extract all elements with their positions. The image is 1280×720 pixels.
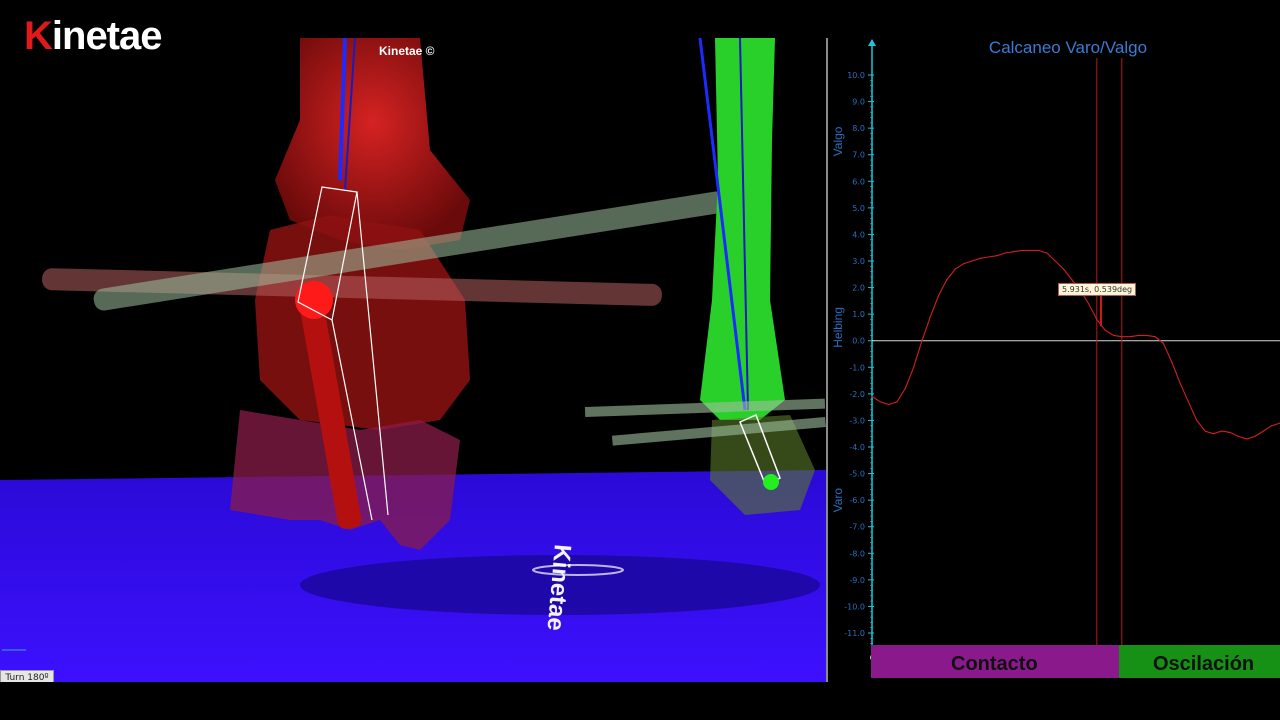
series-point [1062,268,1065,270]
series-point [1254,435,1256,437]
right-marker-ball [763,474,779,490]
series-point [1129,336,1131,338]
series-point [1171,361,1173,363]
kinetae-logo: Kinetae [24,14,162,58]
varo-axis-label: Varo [831,488,845,513]
series-point [1112,334,1115,336]
series-point [996,255,998,257]
y-tick-label: 6.0 [852,177,865,186]
series-point [946,279,948,281]
series-point [1054,260,1056,262]
contact-phase-label: Contacto [951,653,1038,675]
turn-180-button[interactable]: Turn 180º [0,670,54,682]
left-tibia [275,38,470,250]
series-point [1229,431,1231,433]
right-tibia [700,38,785,420]
series-point [871,395,873,398]
series-point [979,257,981,259]
series-point [1196,419,1198,422]
y-tick-label: 0.0 [852,337,865,346]
series-point [1146,334,1148,336]
series-point [929,316,931,318]
series-point [1137,334,1140,336]
y-tick-label: 5.0 [852,204,865,213]
series-point [1121,336,1123,338]
series-point [879,401,881,403]
series-line [871,249,1280,440]
y-tick-label: 9.0 [852,98,865,107]
y-tick-label: 10.0 [847,71,865,80]
series-point [954,268,956,270]
series-point [896,401,898,403]
series-point [1087,302,1090,305]
y-tick-label: 8.0 [852,124,865,133]
chart-panel[interactable]: 10.0 9.0 8.0 7.0 6.0 5.0 4.0 3.0 2.0 1.0 0.0 -1.0 -2… [828,38,1280,682]
series-point [1246,438,1248,440]
series-point [1204,430,1206,432]
series-point [1096,318,1098,321]
y-tick-label: 2.0 [852,284,865,293]
y-tick-label: -5.0 [849,470,865,479]
foot-model-scene[interactable]: Kinetae [0,0,826,682]
series-point [1104,329,1106,331]
y-tick-label: -6.0 [849,496,865,505]
series-point [1179,382,1181,384]
swing-phase-label: Oscilación [1153,653,1255,675]
angle-chart[interactable]: 10.0 9.0 8.0 7.0 6.0 5.0 4.0 3.0 2.0 1.0 0.0 -1.0 -2… [828,38,1280,682]
valgo-axis-label: Valgo [831,126,845,156]
series-point [1037,249,1040,251]
y-tick-label: 3.0 [852,257,865,266]
y-tick-label: -9.0 [849,576,865,585]
3d-viewport[interactable]: Kinetae Kinetae Kinetae © Turn 180º [0,0,826,682]
series-point [1154,336,1156,338]
y-tick-label: -11.0 [844,629,865,638]
series-point [1162,342,1165,344]
series-point [1212,433,1214,435]
watermark-text: Kinetae © [379,44,435,58]
series-point [938,294,940,297]
y-tick-label: 1.0 [852,310,865,319]
y-tick-label: -3.0 [849,416,865,425]
series-point [1012,251,1015,253]
y-tick-label: -8.0 [849,549,865,558]
y-tick-label: -1.0 [849,363,865,372]
series-point [1271,425,1273,427]
y-tick-label: -7.0 [849,523,865,532]
series-point [1237,435,1239,437]
y-tick-label: -10.0 [844,602,865,611]
cursor-tooltip: 5.931s, 0.539deg [1058,283,1137,296]
series-point [1221,430,1223,432]
series-point [888,403,890,406]
y-tick-label: 7.0 [852,151,865,160]
series-point [913,366,915,368]
series-point [904,387,906,390]
series-point [987,256,990,258]
series-point [1029,249,1031,251]
chart-title: Calcaneo Varo/Valgo [988,38,1148,57]
series-point [1071,279,1073,281]
series-point [1046,252,1048,254]
y-tick-label: -2.0 [849,390,865,399]
bottom-strip [0,682,1280,720]
series-point [921,340,923,342]
helbing-axis-label: Helbing [831,307,845,348]
y-tick-label: -4.0 [849,443,865,452]
series-point [971,260,973,262]
series-point [1004,252,1006,254]
y-tick-label: 4.0 [852,230,865,239]
series-point [1021,249,1023,251]
series-point [962,263,965,265]
series-point [1187,401,1190,403]
series-point [1262,430,1264,432]
